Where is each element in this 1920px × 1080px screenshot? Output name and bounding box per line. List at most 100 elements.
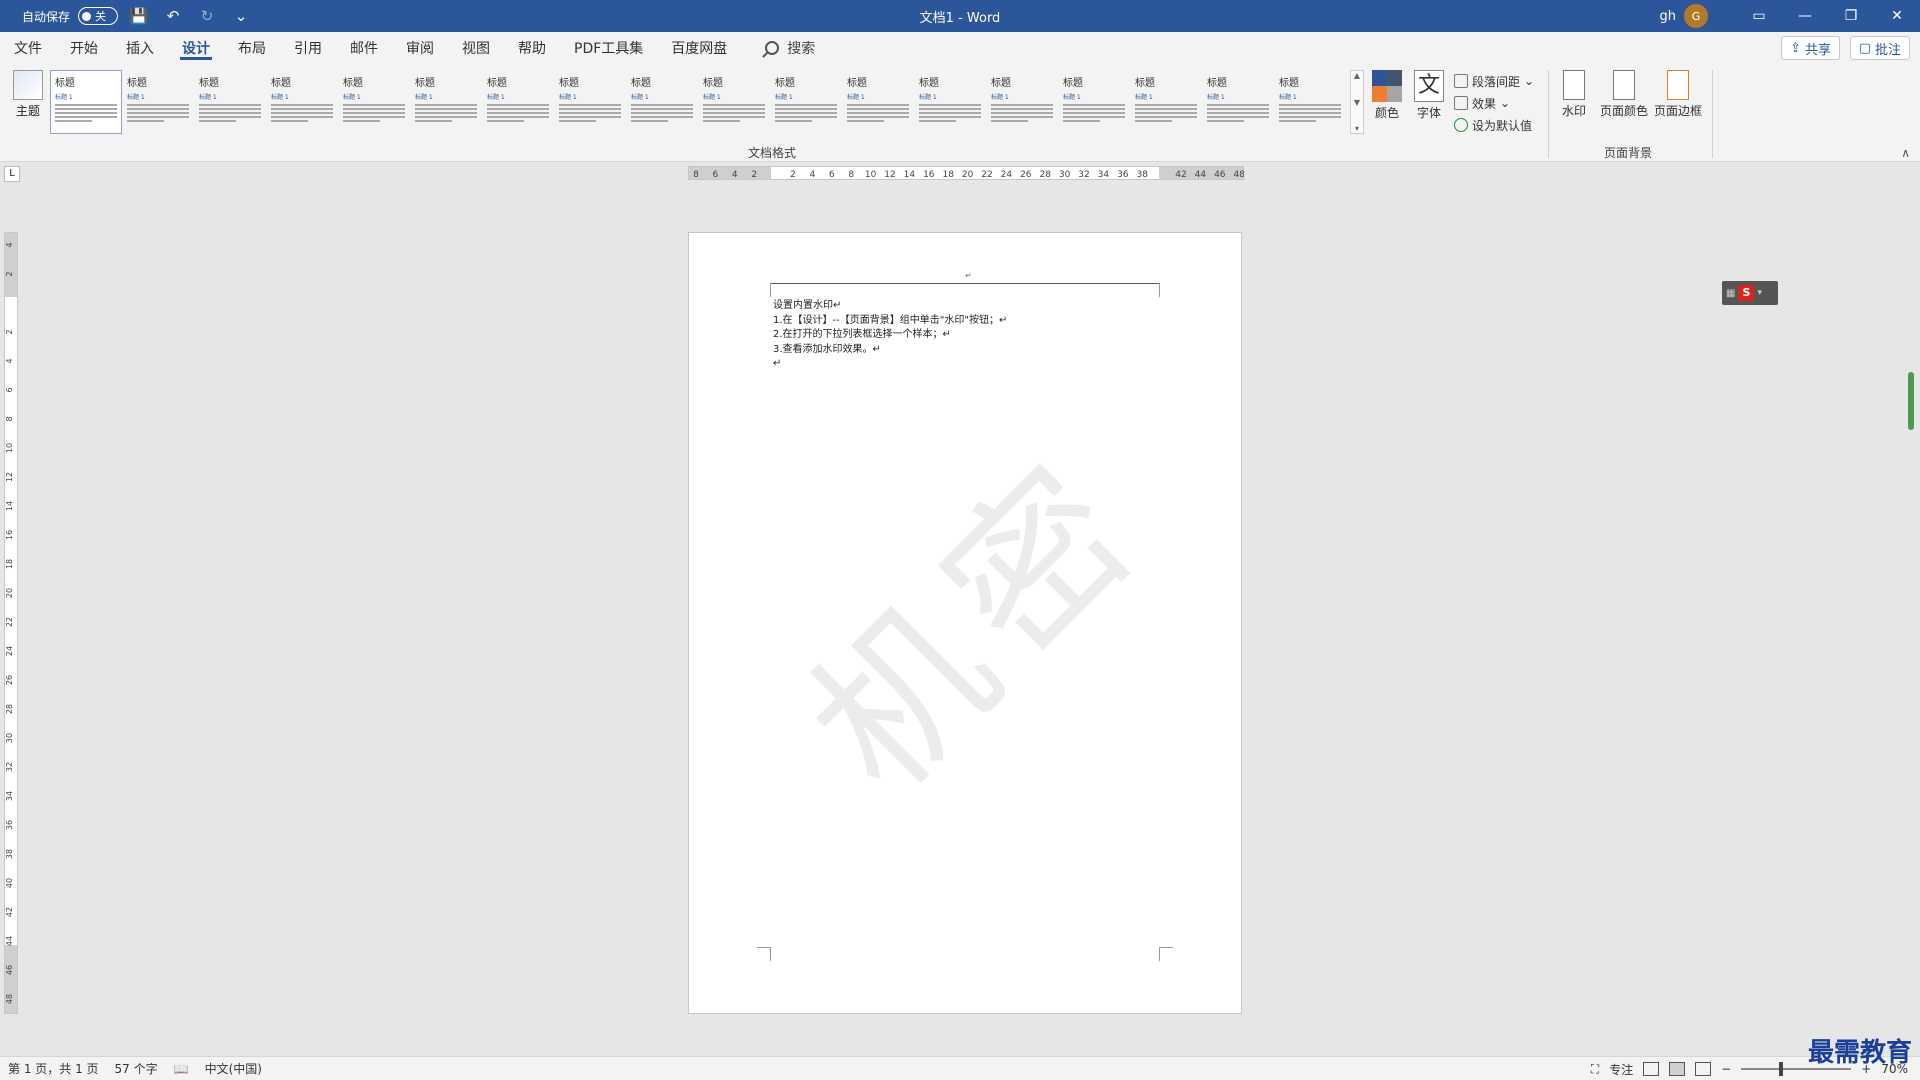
style-set-thumb[interactable]: 标题 标题 1 [1274, 70, 1346, 134]
restore-icon[interactable]: ❐ [1828, 0, 1874, 32]
thumb-lines [415, 104, 477, 122]
style-set-thumb[interactable]: 标题 标题 1 [338, 70, 410, 134]
style-set-thumb[interactable]: 标题 标题 1 [626, 70, 698, 134]
thumb-title: 标题 [55, 78, 75, 89]
chevron-down-icon: ⌄ [1524, 74, 1535, 88]
tab-2[interactable]: 插入 [112, 32, 168, 64]
zoom-slider-thumb[interactable] [1779, 1062, 1784, 1076]
ruler-tick-label: 48 [5, 994, 14, 1004]
style-set-thumb[interactable]: 标题 标题 1 [1202, 70, 1274, 134]
title-bar: 自动保存 关 💾 ↶ ↻ ⌄ 文档1 - Word gh G ▭ — ❐ ✕ [0, 0, 1920, 32]
autosave-state: 关 [95, 10, 107, 23]
set-default-button[interactable]: 设为默认值 [1454, 114, 1534, 136]
thumb-title: 标题 [1063, 78, 1083, 89]
thumb-lines [1135, 104, 1197, 122]
thumb-lines [55, 104, 117, 122]
format-options: 段落间距 ⌄ 效果 ⌄ 设为默认值 [1454, 70, 1534, 136]
tab-9[interactable]: 帮助 [504, 32, 560, 64]
tab-0[interactable]: 文件 [0, 32, 56, 64]
zoom-out-icon[interactable]: − [1721, 1062, 1731, 1076]
undo-icon[interactable]: ↶ [160, 4, 186, 28]
style-set-thumb[interactable]: 标题 标题 1 [770, 70, 842, 134]
paragraph-spacing-button[interactable]: 段落间距 ⌄ [1454, 70, 1534, 92]
tab-8[interactable]: 视图 [448, 32, 504, 64]
search-box[interactable]: 搜索 [765, 38, 815, 58]
document-paragraph[interactable]: 1.在【设计】--【页面背景】组中单击"水印"按钮；↵ [773, 314, 1007, 329]
thumb-lines [127, 104, 189, 122]
watermark-button[interactable]: 水印 [1562, 70, 1586, 119]
gallery-up-icon[interactable]: ▲ [1354, 71, 1360, 80]
word-count[interactable]: 57 个字 [107, 1060, 166, 1077]
style-set-thumb[interactable]: 标题 标题 1 [50, 70, 122, 134]
tab-3[interactable]: 设计 [168, 32, 224, 64]
ruler-tick-label: 34 [5, 791, 14, 801]
autosave-toggle[interactable]: 关 [78, 7, 119, 25]
style-set-thumb[interactable]: 标题 标题 1 [1058, 70, 1130, 134]
language[interactable]: 中文(中国) [197, 1060, 270, 1077]
tab-7[interactable]: 审阅 [392, 32, 448, 64]
ime-toolbar[interactable]: ▦ S ▾ [1722, 281, 1778, 305]
comments-button[interactable]: ▢ 批注 [1849, 36, 1910, 60]
vertical-scrollbar-thumb[interactable] [1908, 372, 1914, 430]
tab-selector[interactable]: L [4, 166, 20, 182]
style-set-thumb[interactable]: 标题 标题 1 [698, 70, 770, 134]
vertical-ruler[interactable]: 4 2 2 4 6 8 10 12 14 16 18 20 22 24 26 28 30 32 34 36 38 40 42… [4, 232, 18, 1014]
ruler-tick-label: 18 [5, 559, 14, 569]
web-layout-icon[interactable] [1695, 1062, 1712, 1076]
share-button[interactable]: ⇪ 共享 [1781, 36, 1840, 60]
close-icon[interactable]: ✕ [1874, 0, 1920, 32]
page-count[interactable]: 第 1 页，共 1 页 [0, 1060, 107, 1077]
thumb-lines [847, 104, 909, 122]
gallery-more-icon[interactable]: ▾ [1355, 124, 1359, 133]
minimize-icon[interactable]: — [1782, 0, 1828, 32]
tab-5[interactable]: 引用 [280, 32, 336, 64]
tab-11[interactable]: 百度网盘 [657, 32, 741, 64]
user-name[interactable]: gh [1660, 9, 1677, 24]
ribbon-display-icon[interactable]: ▭ [1736, 0, 1782, 32]
fonts-button[interactable]: 文 字体 [1414, 70, 1444, 121]
collapse-ribbon-icon[interactable]: ∧ [1901, 146, 1910, 160]
colors-button[interactable]: 颜色 [1372, 70, 1402, 121]
style-set-thumb[interactable]: 标题 标题 1 [554, 70, 626, 134]
thumb-title: 标题 [199, 78, 219, 89]
document-paragraph[interactable]: 2.在打开的下拉列表框选择一个样本；↵ [773, 328, 1007, 343]
proofing-icon[interactable]: 📖 [166, 1062, 197, 1076]
ime-menu-icon[interactable]: ▾ [1757, 288, 1762, 298]
style-set-thumb[interactable]: 标题 标题 1 [1130, 70, 1202, 134]
effects-button[interactable]: 效果 ⌄ [1454, 92, 1534, 114]
style-set-thumb[interactable]: 标题 标题 1 [842, 70, 914, 134]
ruler-tick-label: 8 [848, 170, 854, 180]
document-title: 文档1 - Word [919, 10, 1001, 26]
document-page[interactable]: ↵ 设置内置水印↵ 1.在【设计】--【页面背景】组中单击"水印"按钮；↵ 2.在打… [688, 232, 1242, 1014]
focus-button[interactable]: 专注 [1609, 1061, 1633, 1078]
ruler-tick-label: 4 [5, 242, 14, 247]
style-set-thumb[interactable]: 标题 标题 1 [122, 70, 194, 134]
read-mode-icon[interactable] [1643, 1062, 1660, 1076]
tab-6[interactable]: 邮件 [336, 32, 392, 64]
horizontal-ruler-area: L 8 6 4 2 2 4 6 8 10 12 14 16 18 20 22 24 26 28 30 32 34 36 38… [0, 162, 1920, 186]
themes-button[interactable]: 主题 [10, 70, 46, 119]
style-set-thumb[interactable]: 标题 标题 1 [410, 70, 482, 134]
tab-1[interactable]: 开始 [56, 32, 112, 64]
document-paragraph[interactable]: 设置内置水印↵ [773, 299, 1007, 314]
gallery-scroll[interactable]: ▲ ▼ ▾ [1350, 70, 1364, 134]
style-set-thumb[interactable]: 标题 标题 1 [986, 70, 1058, 134]
print-layout-icon[interactable] [1669, 1062, 1686, 1076]
style-set-thumb[interactable]: 标题 标题 1 [914, 70, 986, 134]
style-set-thumb[interactable]: 标题 标题 1 [194, 70, 266, 134]
ruler-tick-label: 20 [962, 170, 974, 180]
customize-toolbar-icon[interactable]: ⌄ [228, 4, 254, 28]
style-set-thumb[interactable]: 标题 标题 1 [482, 70, 554, 134]
tab-10[interactable]: PDF工具集 [560, 32, 657, 64]
page-color-button[interactable]: 页面颜色 [1600, 70, 1648, 119]
style-set-thumb[interactable]: 标题 标题 1 [266, 70, 338, 134]
gallery-down-icon[interactable]: ▼ [1354, 98, 1360, 107]
page-border-button[interactable]: 页面边框 [1654, 70, 1702, 119]
save-icon[interactable]: 💾 [126, 4, 152, 28]
thumb-heading: 标题 1 [127, 94, 145, 101]
tab-4[interactable]: 布局 [224, 32, 280, 64]
ruler-tick-label: 2 [5, 271, 14, 276]
avatar[interactable]: G [1684, 4, 1708, 28]
paragraph-spacing-icon [1454, 74, 1468, 88]
redo-icon[interactable]: ↻ [194, 4, 220, 28]
